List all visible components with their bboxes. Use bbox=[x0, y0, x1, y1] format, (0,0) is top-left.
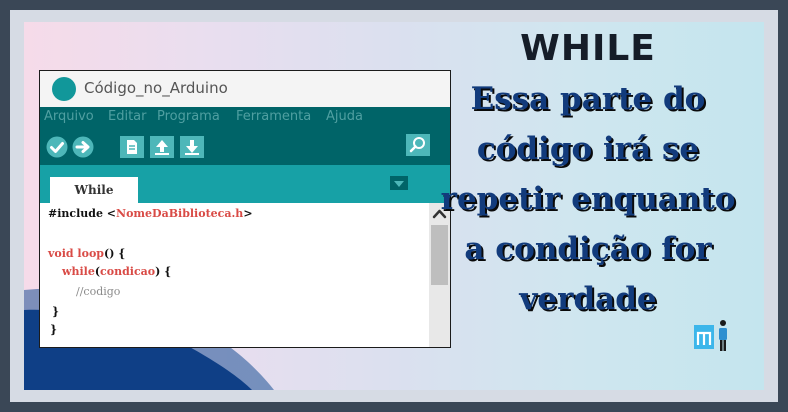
menu-ferramenta[interactable]: Ferramenta bbox=[236, 109, 311, 124]
description-line: a condição for bbox=[464, 231, 712, 267]
mi-logo-icon bbox=[694, 320, 727, 351]
description-line: verdade bbox=[519, 281, 657, 317]
tab-menu-button[interactable] bbox=[390, 176, 408, 190]
arduino-ide-window: Código_no_Arduino Arquivo Editar Program… bbox=[39, 70, 451, 348]
description-line: código irá se bbox=[476, 131, 700, 167]
include-close: > bbox=[243, 207, 253, 220]
tab-bar: While bbox=[40, 165, 450, 203]
tab-while[interactable]: While bbox=[50, 177, 138, 203]
description-line: repetir enquanto bbox=[440, 181, 736, 217]
verify-icon[interactable] bbox=[46, 136, 68, 158]
arduino-logo-icon bbox=[52, 77, 76, 101]
chevron-down-icon bbox=[394, 181, 404, 187]
save-icon[interactable] bbox=[180, 136, 204, 158]
while-keyword: while bbox=[62, 265, 95, 278]
slide-heading: WHILE bbox=[520, 28, 656, 69]
menu-editar[interactable]: Editar bbox=[108, 109, 147, 124]
title-bar: Código_no_Arduino bbox=[40, 71, 450, 107]
new-file-icon[interactable] bbox=[120, 136, 144, 158]
include-directive: #include < bbox=[48, 207, 117, 220]
while-condition: condicao bbox=[100, 265, 156, 278]
description-line: Essa parte do bbox=[470, 81, 706, 117]
loop-signature: () { bbox=[103, 247, 126, 260]
serial-monitor-icon[interactable] bbox=[406, 134, 430, 156]
window-title: Código_no_Arduino bbox=[84, 79, 228, 97]
loop-keyword: void loop bbox=[48, 247, 104, 260]
code-line-include: #include <NomeDaBiblioteca.h> bbox=[48, 207, 253, 220]
code-editor[interactable]: #include <NomeDaBiblioteca.h> void loop(… bbox=[40, 203, 450, 347]
code-line-while: while(condicao) { bbox=[62, 265, 171, 278]
while-close: ) { bbox=[155, 265, 172, 278]
code-line-close-outer: } bbox=[50, 323, 58, 336]
code-line-comment: //codigo bbox=[76, 285, 121, 298]
menu-ajuda[interactable]: Ajuda bbox=[326, 109, 363, 124]
menu-programa[interactable]: Programa bbox=[157, 109, 220, 124]
menu-bar: Arquivo Editar Programa Ferramenta Ajuda bbox=[40, 107, 450, 128]
open-icon[interactable] bbox=[150, 136, 174, 158]
include-library: NomeDaBiblioteca.h bbox=[116, 207, 244, 220]
code-line-loop: void loop() { bbox=[48, 247, 125, 260]
upload-icon[interactable] bbox=[72, 136, 94, 158]
slide-description: Essa parte do código irá se repetir enqu… bbox=[428, 74, 748, 324]
code-line-close-inner: } bbox=[52, 305, 60, 318]
menu-arquivo[interactable]: Arquivo bbox=[44, 109, 94, 124]
toolbar bbox=[40, 128, 450, 165]
